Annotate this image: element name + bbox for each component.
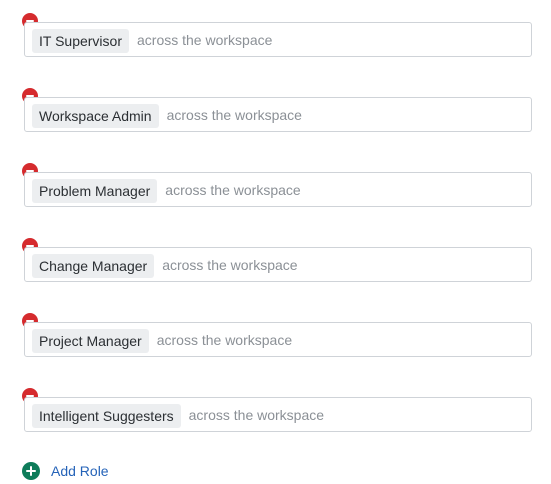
role-chip: Change Manager <box>32 254 155 278</box>
role-field-content: Project Manager across the workspace <box>32 329 292 353</box>
role-chip: Project Manager <box>32 329 149 353</box>
add-role-label: Add Role <box>51 463 109 479</box>
plus-circle-icon <box>22 462 40 480</box>
role-scope-text: across the workspace <box>188 407 325 423</box>
role-row: Change Manager across the workspace <box>0 238 551 313</box>
role-field-content: Change Manager across the workspace <box>32 254 298 278</box>
role-row: Project Manager across the workspace <box>0 313 551 388</box>
role-field[interactable]: IT Supervisor across the workspace <box>24 22 532 57</box>
role-row: Problem Manager across the workspace <box>0 163 551 238</box>
role-field[interactable]: Intelligent Suggesters across the worksp… <box>24 397 532 432</box>
role-chip: Intelligent Suggesters <box>32 404 181 428</box>
role-field-content: Problem Manager across the workspace <box>32 179 301 203</box>
role-field[interactable]: Problem Manager across the workspace <box>24 172 532 207</box>
role-field[interactable]: Workspace Admin across the workspace <box>24 97 532 132</box>
role-field-content: Workspace Admin across the workspace <box>32 104 302 128</box>
role-row: Workspace Admin across the workspace <box>0 88 551 163</box>
role-field-content: Intelligent Suggesters across the worksp… <box>32 404 324 428</box>
role-scope-text: across the workspace <box>156 332 293 348</box>
role-scope-text: across the workspace <box>137 32 273 48</box>
role-chip: Problem Manager <box>32 179 158 203</box>
add-role-button[interactable]: Add Role <box>22 462 109 480</box>
role-chip: Workspace Admin <box>32 104 159 128</box>
role-row: IT Supervisor across the workspace <box>0 13 551 88</box>
role-scope-text: across the workspace <box>166 107 302 123</box>
role-field[interactable]: Project Manager across the workspace <box>24 322 532 357</box>
role-scope-text: across the workspace <box>162 257 298 273</box>
role-field-content: IT Supervisor across the workspace <box>32 29 272 53</box>
role-field[interactable]: Change Manager across the workspace <box>24 247 532 282</box>
role-row: Intelligent Suggesters across the worksp… <box>0 388 551 463</box>
role-chip: IT Supervisor <box>32 29 129 53</box>
role-scope-text: across the workspace <box>165 182 301 198</box>
